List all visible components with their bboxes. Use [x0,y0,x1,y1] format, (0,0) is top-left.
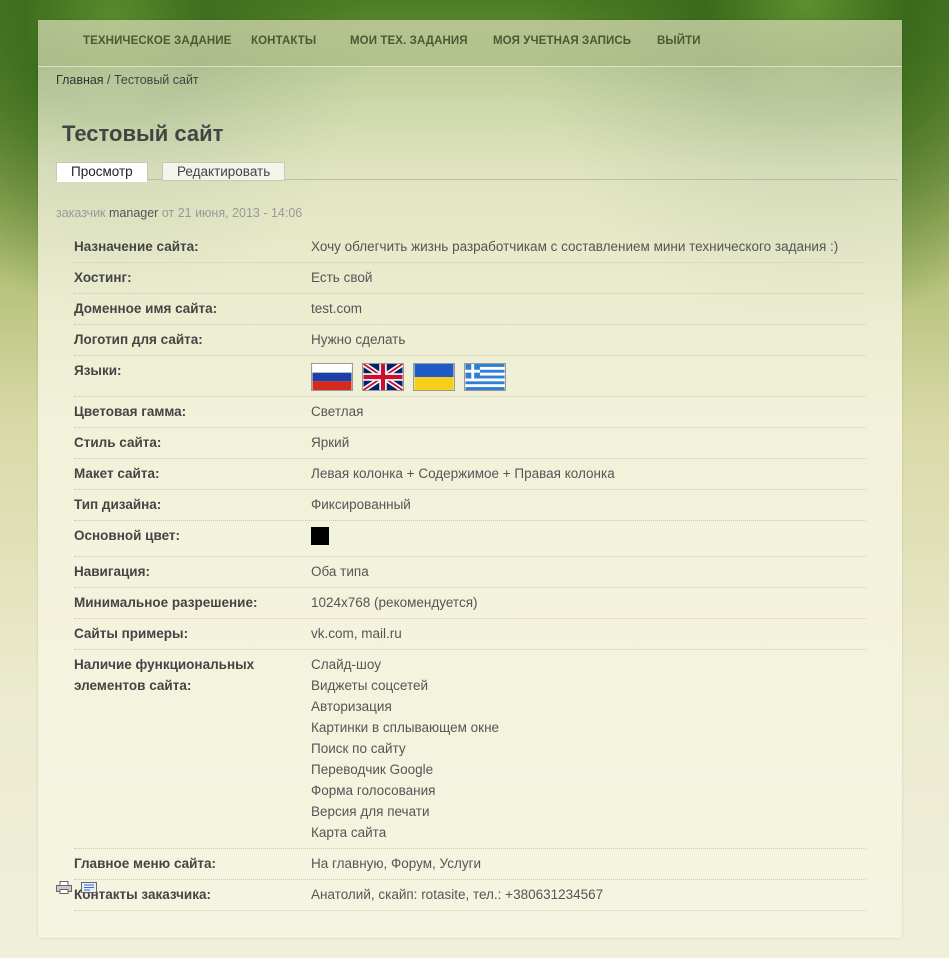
meta-author[interactable]: manager [109,206,158,220]
list-item: Картинки в сплывающем окне [311,720,500,735]
nav-my-tasks[interactable]: МОИ ТЕХ. ЗАДАНИЯ [350,35,468,47]
field-label: Хостинг: [74,270,132,285]
nav-logout[interactable]: ВЫЙТИ [657,35,701,47]
page-container: ТЕХНИЧЕСКОЕ ЗАДАНИЕ КОНТАКТЫ МОИ ТЕХ. ЗА… [38,20,902,938]
list-item: Версия для печати [311,804,430,819]
field-value: Анатолий, скайп: rotasite, тел.: +380631… [311,887,604,902]
field-label: Логотип для сайта: [74,332,203,347]
field-min-resolution: Минимальное разрешение: 1024x768 (рекоме… [74,588,866,619]
list-item: Карта сайта [311,825,387,840]
tab-edit[interactable]: Редактировать [162,162,286,181]
field-purpose: Назначение сайта: Хочу облегчить жизнь р… [74,232,866,263]
field-label: Макет сайта: [74,466,160,481]
nav-contacts[interactable]: КОНТАКТЫ [251,35,316,47]
list-item: Переводчик Google [311,762,434,777]
breadcrumb-home[interactable]: Главная [56,73,104,87]
field-main-color: Основной цвет: [74,521,866,557]
color-swatch [311,527,329,545]
field-navigation: Навигация: Оба типа [74,557,866,588]
breadcrumb-current: Тестовый сайт [114,73,199,87]
field-value: Хочу облегчить жизнь разработчикам с сос… [311,239,839,254]
top-navigation: ТЕХНИЧЕСКОЕ ЗАДАНИЕ КОНТАКТЫ МОИ ТЕХ. ЗА… [38,20,902,67]
field-value: Светлая [311,404,364,419]
field-hosting: Хостинг: Есть свой [74,263,866,294]
page-title: Тестовый сайт [62,121,224,146]
field-label: Сайты примеры: [74,626,189,641]
field-label: Главное меню сайта: [74,856,217,871]
field-label: Назначение сайта: [74,239,199,254]
field-label: Языки: [74,363,122,378]
russia-flag-icon [311,363,353,391]
field-logo: Логотип для сайта: Нужно сделать [74,325,866,356]
field-value: vk.com, mail.ru [311,626,402,641]
meta-date: от 21 июня, 2013 - 14:06 [158,206,303,220]
uk-flag-icon [362,363,404,391]
field-value: Левая колонка + Содержимое + Правая коло… [311,466,615,481]
list-item: Форма голосования [311,783,436,798]
field-value: Есть свой [311,270,373,285]
field-value: 1024x768 (рекомендуется) [311,595,478,610]
field-domain: Доменное имя сайта: test.com [74,294,866,325]
language-flags [311,360,866,391]
field-label: Основной цвет: [74,528,181,543]
field-functional-elements: Наличие функциональных элементов сайта: … [74,650,866,849]
ukraine-flag-icon [413,363,455,391]
field-value: Яркий [311,435,350,450]
field-value [311,525,866,551]
breadcrumb: Главная / Тестовый сайт [56,73,199,87]
field-languages: Языки: [74,356,866,397]
field-color-scheme: Цветовая гамма: Светлая [74,397,866,428]
field-style: Стиль сайта: Яркий [74,428,866,459]
field-label: Навигация: [74,564,150,579]
list-item: Поиск по сайту [311,741,406,756]
field-value: Нужно сделать [311,332,406,347]
field-value: Слайд-шоу Виджеты соцсетей Авторизация К… [311,654,866,843]
field-design-type: Тип дизайна: Фиксированный [74,490,866,521]
printer-icon[interactable] [56,881,72,894]
field-label: Тип дизайна: [74,497,162,512]
tab-view[interactable]: Просмотр [56,162,148,182]
field-label: Цветовая гамма: [74,404,187,419]
field-label: Минимальное разрешение: [74,595,258,610]
field-customer-contacts: Контакты заказчика: Анатолий, скайп: rot… [74,880,866,911]
list-item: Слайд-шоу [311,657,381,672]
field-label: Контакты заказчика: [74,887,211,902]
breadcrumb-separator: / [103,73,114,87]
field-value: test.com [311,301,363,316]
field-layout: Макет сайта: Левая колонка + Содержимое … [74,459,866,490]
field-value: Фиксированный [311,497,411,512]
meta-prefix: заказчик [56,206,109,220]
field-main-menu: Главное меню сайта: На главную, Форум, У… [74,849,866,880]
fields-table: Назначение сайта: Хочу облегчить жизнь р… [74,232,866,911]
list-item: Виджеты соцсетей [311,678,429,693]
field-label: Доменное имя сайта: [74,301,218,316]
field-label: Стиль сайта: [74,435,162,450]
nav-my-account[interactable]: МОЯ УЧЕТНАЯ ЗАПИСЬ [493,35,631,47]
email-icon[interactable] [81,881,97,894]
list-item: Авторизация [311,699,392,714]
field-value: На главную, Форум, Услуги [311,856,482,871]
footer-icons [56,881,97,894]
submitted-meta: заказчик manager от 21 июня, 2013 - 14:0… [56,206,302,220]
field-label: Наличие функциональных элементов сайта: [74,657,255,693]
nav-technical-task[interactable]: ТЕХНИЧЕСКОЕ ЗАДАНИЕ [83,35,231,47]
greece-flag-icon [464,363,506,391]
field-value: Оба типа [311,564,369,579]
field-example-sites: Сайты примеры: vk.com, mail.ru [74,619,866,650]
